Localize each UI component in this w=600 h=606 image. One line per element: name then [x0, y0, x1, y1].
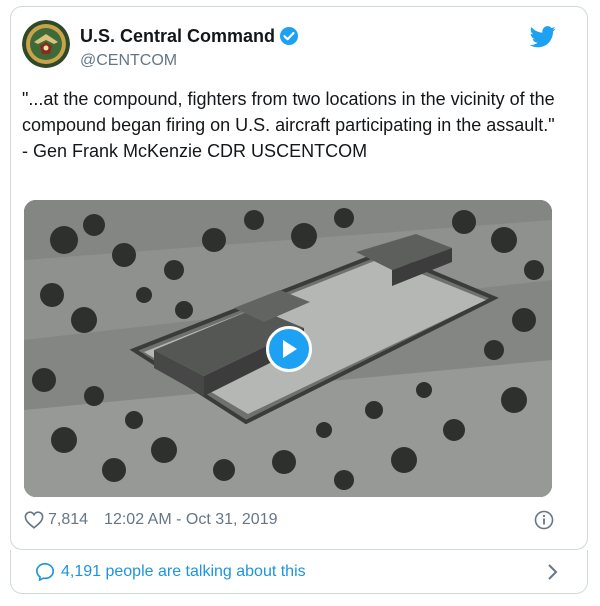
account-name[interactable]: U.S. Central Command: [80, 26, 275, 47]
avatar[interactable]: [22, 20, 70, 68]
info-icon[interactable]: [534, 510, 554, 530]
talking-count-link[interactable]: 4,191 people are talking about this: [61, 563, 306, 581]
centcom-seal-icon: [22, 20, 70, 68]
play-button-icon[interactable]: [266, 326, 312, 372]
like-count: 7,814: [48, 511, 89, 528]
like-button[interactable]: 7,814: [24, 511, 88, 529]
heart-icon: [24, 511, 44, 529]
tweet-attribution: - Gen Frank McKenzie CDR USCENTCOM: [22, 141, 368, 161]
account-handle[interactable]: @CENTCOM: [80, 52, 177, 70]
tweet-meta: 7,814 12:02 AM - Oct 31, 2019: [24, 507, 554, 533]
twitter-bird-icon[interactable]: [529, 26, 556, 48]
conversation-footer[interactable]: 4,191 people are talking about this: [10, 550, 588, 594]
chevron-right-icon: [547, 564, 559, 580]
verified-badge-icon: [279, 26, 299, 46]
tweet-text: "...at the compound, fighters from two l…: [22, 86, 562, 164]
tweet-quote: "...at the compound, fighters from two l…: [22, 89, 555, 135]
video-player[interactable]: [24, 200, 552, 497]
tweet-timestamp[interactable]: 12:02 AM - Oct 31, 2019: [104, 511, 277, 529]
speech-bubble-icon: [35, 562, 55, 582]
account-name-row[interactable]: U.S. Central Command: [80, 25, 299, 47]
